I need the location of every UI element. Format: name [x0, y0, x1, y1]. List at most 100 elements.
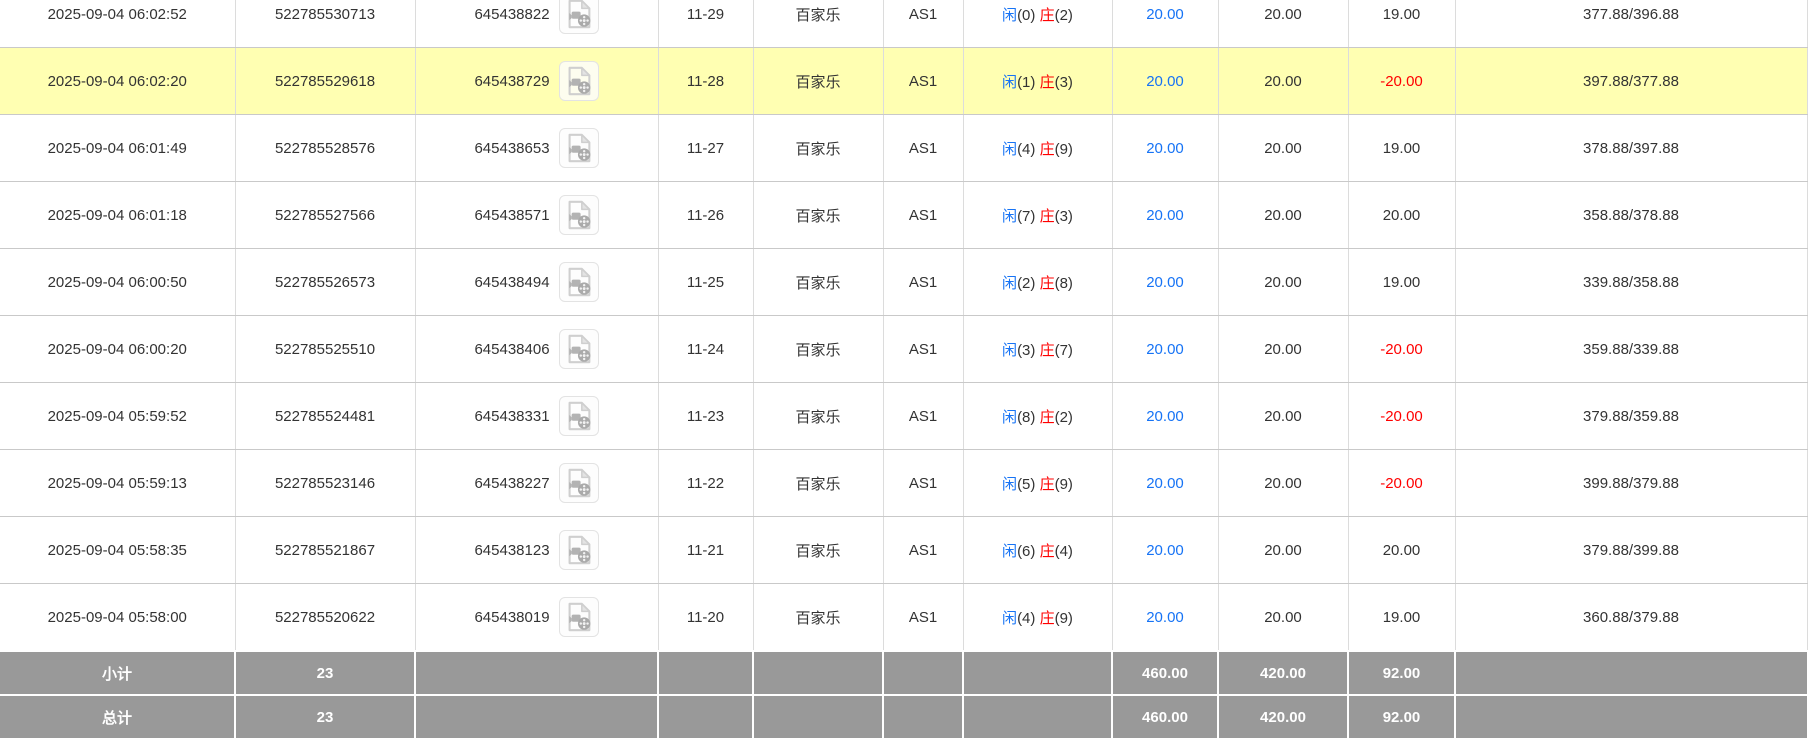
- bet-amount-link[interactable]: 20.00: [1146, 475, 1184, 492]
- bet-time-value: 2025-09-04 06:00:20: [48, 341, 187, 358]
- summary-bet-cell: 460.00: [1112, 651, 1218, 695]
- video-file-icon: [563, 400, 595, 432]
- balance-cell: 359.88/339.88: [1455, 316, 1807, 383]
- balance-value: 378.88/397.88: [1583, 140, 1679, 157]
- bet-amount-link[interactable]: 20.00: [1146, 6, 1184, 23]
- result-cell: 闲(5) 庄(9): [963, 450, 1112, 517]
- balance-value: 359.88/339.88: [1583, 341, 1679, 358]
- table-name: AS1: [883, 249, 963, 316]
- table-row[interactable]: 2025-09-04 05:59:13 522785523146 6454382…: [0, 450, 1807, 517]
- bet-amount-cell: 20.00: [1112, 182, 1218, 249]
- result-cell: 闲(4) 庄(9): [963, 115, 1112, 182]
- table-row[interactable]: 2025-09-04 05:59:52 522785524481 6454383…: [0, 383, 1807, 450]
- bet-amount-link[interactable]: 20.00: [1146, 542, 1184, 559]
- order-number-value: 522785526573: [275, 274, 375, 291]
- player-result-label: 闲: [1002, 275, 1017, 292]
- player-result-count: (5): [1017, 476, 1035, 493]
- banker-result-count: (4): [1055, 543, 1073, 560]
- game-number-value: 645438123: [474, 542, 549, 559]
- balance-value: 339.88/358.88: [1583, 274, 1679, 291]
- bet-time: 2025-09-04 06:02:52: [0, 0, 235, 48]
- banker-result-count: (9): [1055, 610, 1073, 627]
- order-number: 522785530713: [235, 0, 415, 48]
- round-number-value: 11-28: [687, 73, 724, 90]
- order-number: 522785520622: [235, 584, 415, 652]
- video-replay-button[interactable]: [559, 463, 599, 503]
- winloss-value: 19.00: [1383, 609, 1421, 626]
- table-row[interactable]: 2025-09-04 06:00:20 522785525510 6454384…: [0, 316, 1807, 383]
- valid-amount-value: 20.00: [1264, 408, 1302, 425]
- bet-amount-link[interactable]: 20.00: [1146, 408, 1184, 425]
- table-row[interactable]: 2025-09-04 06:01:18 522785527566 6454385…: [0, 182, 1807, 249]
- balance-value: 379.88/359.88: [1583, 408, 1679, 425]
- banker-result-label: 庄: [1040, 476, 1055, 493]
- balance-cell: 358.88/378.88: [1455, 182, 1807, 249]
- table-name-value: AS1: [909, 73, 937, 90]
- summary-winloss-total: 92.00: [1383, 665, 1421, 682]
- game-number-cell: 645438406: [415, 316, 658, 383]
- valid-amount-value: 20.00: [1264, 609, 1302, 626]
- winloss-cell: -20.00: [1348, 48, 1455, 115]
- player-result-count: (4): [1017, 610, 1035, 627]
- bet-amount-link[interactable]: 20.00: [1146, 73, 1184, 90]
- video-replay-button[interactable]: [559, 329, 599, 369]
- bet-amount-cell: 20.00: [1112, 48, 1218, 115]
- table-name-value: AS1: [909, 408, 937, 425]
- player-result-label: 闲: [1002, 141, 1017, 158]
- table-row[interactable]: 2025-09-04 06:02:20 522785529618 6454387…: [0, 48, 1807, 115]
- summary-count-cell: 23: [235, 695, 415, 738]
- table-name: AS1: [883, 517, 963, 584]
- order-number-value: 522785527566: [275, 207, 375, 224]
- round-number: 11-22: [658, 450, 753, 517]
- bet-amount-link[interactable]: 20.00: [1146, 609, 1184, 626]
- video-replay-button[interactable]: [559, 396, 599, 436]
- video-replay-button[interactable]: [559, 0, 599, 34]
- table-row[interactable]: 2025-09-04 06:00:50 522785526573 6454384…: [0, 249, 1807, 316]
- video-replay-button[interactable]: [559, 61, 599, 101]
- video-replay-button[interactable]: [559, 128, 599, 168]
- player-result-count: (6): [1017, 543, 1035, 560]
- round-number-value: 11-22: [687, 475, 724, 492]
- order-number: 522785523146: [235, 450, 415, 517]
- valid-amount-cell: 20.00: [1218, 0, 1348, 48]
- bet-amount-link[interactable]: 20.00: [1146, 207, 1184, 224]
- table-row[interactable]: 2025-09-04 05:58:35 522785521867 6454381…: [0, 517, 1807, 584]
- bet-time-value: 2025-09-04 06:02:20: [48, 73, 187, 90]
- player-result-label: 闲: [1002, 610, 1017, 627]
- table-row[interactable]: 2025-09-04 06:02:52 522785530713 6454388…: [0, 0, 1807, 48]
- bet-time-value: 2025-09-04 06:00:50: [48, 274, 187, 291]
- video-file-icon: [563, 333, 595, 365]
- balance-value: 360.88/379.88: [1583, 609, 1679, 626]
- video-replay-button[interactable]: [559, 597, 599, 637]
- bet-time: 2025-09-04 06:00:20: [0, 316, 235, 383]
- bet-amount-link[interactable]: 20.00: [1146, 140, 1184, 157]
- game-type: 百家乐: [753, 115, 883, 182]
- table-name: AS1: [883, 182, 963, 249]
- game-type-value: 百家乐: [795, 409, 840, 426]
- round-number: 11-24: [658, 316, 753, 383]
- player-result-count: (2): [1017, 275, 1035, 292]
- round-number: 11-21: [658, 517, 753, 584]
- game-type-value: 百家乐: [795, 141, 840, 158]
- winloss-cell: 20.00: [1348, 182, 1455, 249]
- order-number: 522785528576: [235, 115, 415, 182]
- valid-amount-cell: 20.00: [1218, 48, 1348, 115]
- video-replay-button[interactable]: [559, 195, 599, 235]
- video-file-icon: [563, 199, 595, 231]
- video-replay-button[interactable]: [559, 262, 599, 302]
- table-name-value: AS1: [909, 207, 937, 224]
- game-type: 百家乐: [753, 182, 883, 249]
- betting-records-view: 2025-09-04 06:02:52 522785530713 6454388…: [0, 0, 1809, 741]
- valid-amount-cell: 20.00: [1218, 450, 1348, 517]
- bet-time-value: 2025-09-04 06:01:18: [48, 207, 187, 224]
- grand-total-row: 总计 23 460.00 420.00 92.00: [0, 695, 1807, 738]
- banker-result-count: (2): [1055, 7, 1073, 24]
- game-type: 百家乐: [753, 0, 883, 48]
- table-row[interactable]: 2025-09-04 05:58:00 522785520622 6454380…: [0, 584, 1807, 652]
- video-replay-button[interactable]: [559, 530, 599, 570]
- table-row[interactable]: 2025-09-04 06:01:49 522785528576 6454386…: [0, 115, 1807, 182]
- order-number-value: 522785524481: [275, 408, 375, 425]
- bet-amount-link[interactable]: 20.00: [1146, 274, 1184, 291]
- bet-amount-link[interactable]: 20.00: [1146, 341, 1184, 358]
- game-type: 百家乐: [753, 450, 883, 517]
